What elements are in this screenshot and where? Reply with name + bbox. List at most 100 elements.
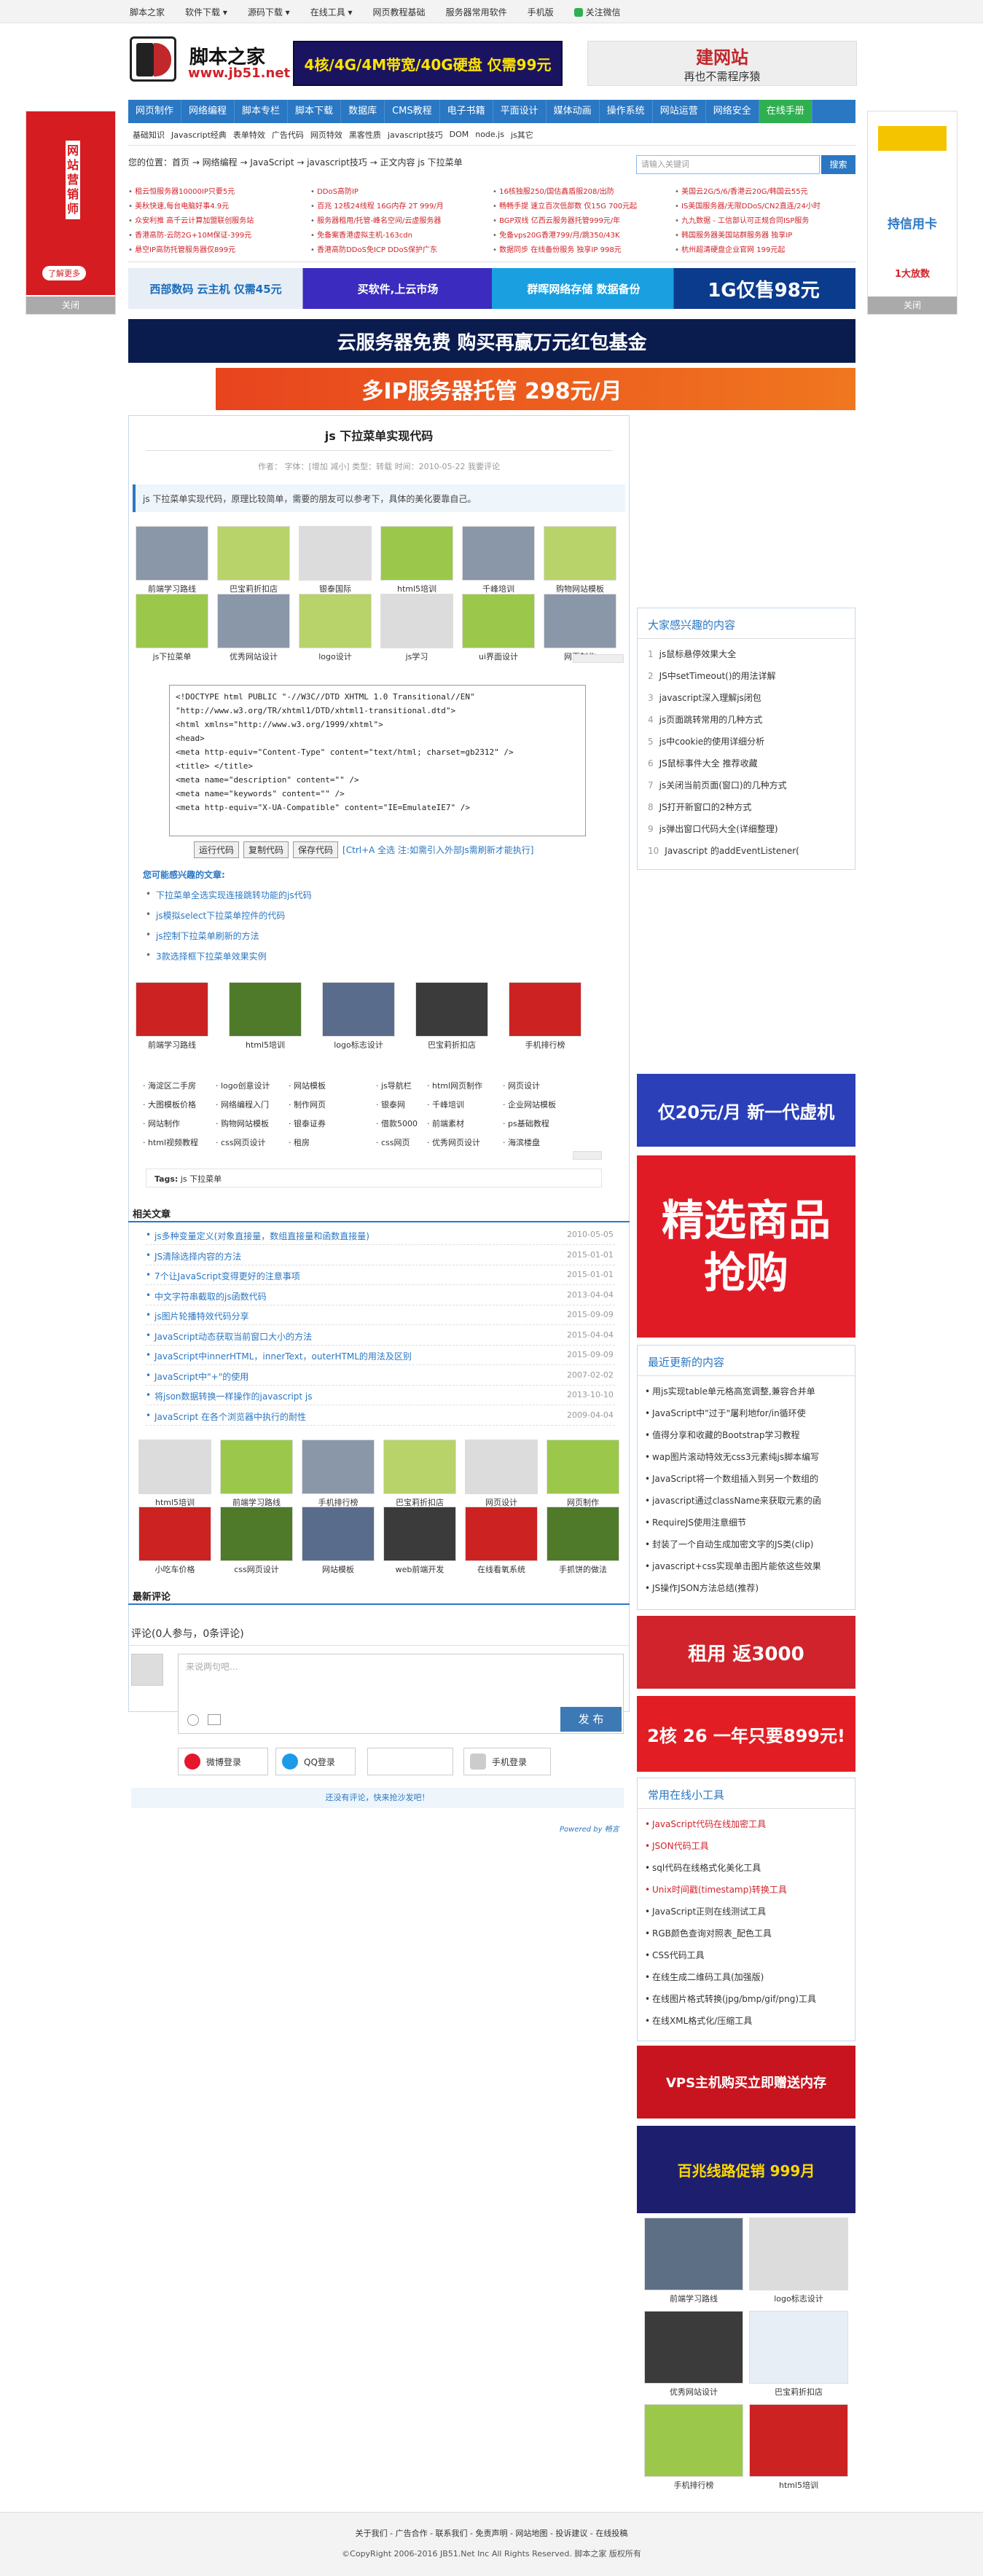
- text-ad-link[interactable]: 美秋快速,每台电脑好事4.9元: [128, 200, 229, 211]
- article-thumb-label[interactable]: js学习: [380, 651, 453, 662]
- subnav-item[interactable]: 网页特效: [310, 129, 342, 141]
- text-ad-link[interactable]: 韩国服务器美国站群服务器 独享IP: [675, 229, 792, 240]
- copy-code-button[interactable]: 复制代码: [243, 841, 289, 858]
- article-thumb[interactable]: js下拉菜单: [136, 594, 208, 662]
- article-thumb-image[interactable]: [136, 526, 208, 581]
- text-ad-link[interactable]: BGP双线 亿西云服务器托管999元/年: [493, 214, 620, 225]
- keyword-link[interactable]: · 海淀区二手房: [143, 1080, 196, 1091]
- related-thumb[interactable]: 前端学习路线: [136, 982, 208, 1051]
- topbar-home[interactable]: 脚本之家: [130, 6, 165, 18]
- nav-item[interactable]: 在线手册: [759, 100, 812, 123]
- comment-textarea[interactable]: 来说两句吧...: [178, 1654, 624, 1734]
- nav-item[interactable]: 数据库: [341, 100, 385, 123]
- article-thumb[interactable]: html5培训: [380, 526, 453, 594]
- recent-item[interactable]: javascript+css实现单击图片能依这些效果: [638, 1555, 855, 1577]
- recent-item[interactable]: JavaScript将一个数组插入到另一个数组的: [638, 1468, 855, 1490]
- article-thumb-label[interactable]: ui界面设计: [462, 651, 535, 662]
- subnav-item[interactable]: 黑客性质: [349, 129, 381, 141]
- news-thumb[interactable]: web前端开发: [383, 1507, 456, 1575]
- related-article-link[interactable]: 将json数据转换一样操作的javascript js: [146, 1390, 313, 1402]
- nav-item[interactable]: 脚本下载: [288, 100, 342, 123]
- text-ad-link[interactable]: 香港高防-云防2G+10M保证-399元: [128, 229, 251, 240]
- keyword-link[interactable]: · js导航栏: [376, 1080, 412, 1091]
- subnav-item[interactable]: node.js: [475, 130, 504, 139]
- ad-right-6[interactable]: 百兆线路促销 999月: [637, 2126, 855, 2213]
- sidebar-thumb-label[interactable]: 优秀网站设计: [644, 2386, 743, 2398]
- recent-item[interactable]: JS操作JSON方法总结(推荐): [638, 1577, 855, 1599]
- tool-item[interactable]: CSS代码工具: [638, 1944, 855, 1966]
- keyword-link[interactable]: · 借款5000: [376, 1118, 418, 1129]
- related-article-link[interactable]: JavaScript 在各个浏览器中执行的耐性: [146, 1410, 306, 1423]
- interest-item[interactable]: 1 js鼠标悬停效果大全: [638, 643, 855, 665]
- text-ad-link[interactable]: 杭州超清硬盘企业官网 199元起: [675, 243, 785, 254]
- save-code-button[interactable]: 保存代码: [293, 841, 339, 858]
- news-thumb-image[interactable]: [547, 1507, 619, 1561]
- article-thumb[interactable]: 购物网站模板: [544, 526, 616, 594]
- article-thumb-image[interactable]: [299, 526, 372, 581]
- sidebar-thumb-label[interactable]: 前端学习路线: [644, 2293, 743, 2304]
- related-thumb-image[interactable]: [229, 982, 302, 1037]
- topbar-source[interactable]: 源码下载 ▾: [248, 6, 290, 18]
- nav-item[interactable]: 网页制作: [128, 100, 182, 123]
- nav-item[interactable]: 脚本专栏: [235, 100, 289, 123]
- keyword-link[interactable]: · css网页: [376, 1136, 410, 1148]
- news-thumb-image[interactable]: [220, 1507, 293, 1561]
- topbar-tutorial[interactable]: 网页教程基础: [373, 6, 426, 18]
- keyword-link[interactable]: · 千峰培训: [427, 1099, 464, 1110]
- topbar-mobile[interactable]: 手机版: [528, 6, 554, 18]
- text-ad-link[interactable]: IS美国服务器/无限DDoS/CN2直连/24小时: [675, 200, 821, 211]
- news-thumb[interactable]: 手抓饼的做法: [547, 1507, 619, 1575]
- subnav-item[interactable]: DOM: [450, 130, 469, 139]
- article-thumb-image[interactable]: [544, 594, 616, 648]
- article-thumb-image[interactable]: [299, 594, 372, 648]
- ad-banner-top-1[interactable]: 4核/4G/4M带宽/40G硬盘 仅需99元: [293, 41, 563, 86]
- interest-item[interactable]: 5 js中cookie的使用详细分析: [638, 731, 855, 753]
- sidebar-thumb-image[interactable]: [644, 2311, 743, 2384]
- article-thumb-image[interactable]: [380, 526, 453, 581]
- article-thumb-label[interactable]: 巴宝莉折扣店: [217, 583, 290, 594]
- nav-item[interactable]: 网站运营: [653, 100, 706, 123]
- news-thumb-image[interactable]: [302, 1440, 375, 1494]
- ad-banner-1[interactable]: 西部数码 云主机 仅需45元: [136, 281, 296, 297]
- keyword-link[interactable]: · 海滨楼盘: [503, 1136, 540, 1148]
- emoji-icon[interactable]: [187, 1714, 199, 1726]
- text-ad-link[interactable]: 免备vps20G香港799/月/跳350/43K: [493, 229, 620, 240]
- keyword-link[interactable]: · ps基础教程: [503, 1118, 549, 1129]
- related-thumb-label[interactable]: 巴宝莉折扣店: [415, 1039, 488, 1051]
- recent-item[interactable]: 值得分享和收藏的Bootstrap学习教程: [638, 1424, 855, 1446]
- tool-item[interactable]: 在线图片格式转换(jpg/bmp/gif/png)工具: [638, 1988, 855, 2010]
- sidebar-thumb[interactable]: 巴宝莉折扣店: [749, 2311, 848, 2398]
- article-thumb-image[interactable]: [462, 594, 535, 648]
- right-ad-close[interactable]: 关闭: [868, 297, 957, 314]
- keyword-link[interactable]: · 网站制作: [143, 1118, 180, 1129]
- topbar-tools[interactable]: 在线工具 ▾: [310, 6, 353, 18]
- article-thumb[interactable]: 网页制作: [544, 594, 616, 662]
- interest-link[interactable]: js鼠标悬停效果大全: [659, 649, 737, 659]
- interest-link[interactable]: JS鼠标事件大全 推荐收藏: [659, 758, 758, 769]
- article-thumb-label[interactable]: 前端学习路线: [136, 583, 208, 594]
- related-link[interactable]: js模拟select下拉菜单控件的代码: [146, 909, 285, 922]
- text-ad-link[interactable]: 租云恒服务器10000IP只要5元: [128, 185, 235, 196]
- recent-item[interactable]: 用js实现table单元格高宽调整,兼容合并单: [638, 1381, 855, 1402]
- interest-item[interactable]: 9 js弹出窗口代码大全(详细整理): [638, 818, 855, 840]
- ad-banner-top-2[interactable]: 建网站 再也不需程序猿: [587, 41, 857, 86]
- related-article-link[interactable]: js多种变量定义(对象直接量，数组直接量和函数直接量): [146, 1230, 369, 1242]
- news-thumb-image[interactable]: [383, 1507, 456, 1561]
- search-button[interactable]: 搜索: [821, 155, 855, 174]
- interest-item[interactable]: 3 javascript深入理解js闭包: [638, 687, 855, 709]
- keyword-link[interactable]: · 银泰证券: [289, 1118, 326, 1129]
- news-thumb[interactable]: 网站模板: [302, 1507, 375, 1575]
- related-thumb-label[interactable]: logo标志设计: [322, 1039, 395, 1051]
- news-thumb-image[interactable]: [220, 1440, 293, 1494]
- interest-item[interactable]: 10 Javascript 的addEventListener(: [638, 840, 855, 862]
- ad-banner-2[interactable]: 买软件,上云市场: [318, 281, 478, 297]
- nav-item[interactable]: 媒体动画: [547, 100, 600, 123]
- article-thumb-label[interactable]: logo设计: [299, 651, 372, 662]
- text-ad-link[interactable]: 畅畅手提 速立百次低部数 仅15G 700元起: [493, 200, 637, 211]
- related-article-link[interactable]: JavaScript动态获取当前窗口大小的方法: [146, 1330, 312, 1343]
- related-thumb-label[interactable]: 手机排行榜: [509, 1039, 581, 1051]
- image-icon[interactable]: [208, 1714, 221, 1725]
- right-ad-body[interactable]: 持信用卡 1大放数: [868, 111, 957, 295]
- sidebar-thumb[interactable]: 前端学习路线: [644, 2218, 743, 2304]
- site-logo[interactable]: [130, 36, 176, 82]
